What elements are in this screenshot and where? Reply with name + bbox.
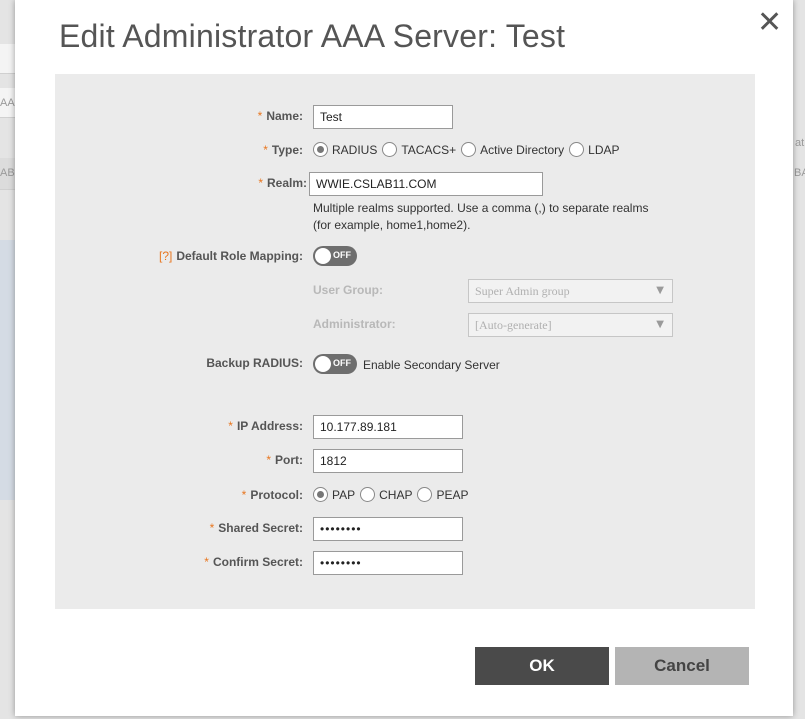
protocol-label: * Protocol:: [242, 488, 303, 502]
toggle-knob: [315, 248, 331, 264]
type-radio-tacacs[interactable]: [382, 142, 398, 157]
ok-button[interactable]: OK: [475, 647, 609, 685]
toggle-state: OFF: [333, 358, 351, 368]
protocol-radio-group: PAP CHAP PEAP: [313, 487, 473, 502]
confirm-secret-label: * Confirm Secret:: [204, 555, 303, 569]
type-radio-active-directory[interactable]: [461, 142, 477, 157]
shared-secret-input[interactable]: ••••••••: [313, 517, 463, 541]
backup-radius-toggle[interactable]: OFF: [313, 354, 357, 374]
realm-hint: Multiple realms supported. Use a comma (…: [313, 200, 693, 234]
shared-secret-row: * Shared Secret: ••••••••: [55, 517, 755, 541]
type-option-label: RADIUS: [332, 142, 378, 157]
realm-hint-line: Multiple realms supported. Use a comma (…: [313, 201, 649, 215]
type-option-label: TACACS+: [401, 142, 457, 157]
user-group-value: Super Admin group: [475, 284, 570, 298]
default-role-mapping-label-text: Default Role Mapping:: [176, 249, 303, 263]
port-label: * Port:: [266, 453, 303, 467]
help-link[interactable]: [?]: [159, 249, 172, 263]
shared-secret-label: * Shared Secret:: [210, 521, 303, 535]
close-icon[interactable]: ✕: [757, 8, 782, 38]
administrator-value: [Auto-generate]: [475, 318, 552, 332]
name-input[interactable]: Test: [313, 105, 453, 129]
background-toolbar-strip: [0, 44, 15, 74]
name-label-text: Name:: [266, 109, 303, 123]
user-group-select: Super Admin group ▼: [468, 279, 673, 303]
type-option-label: LDAP: [588, 142, 620, 157]
enable-secondary-server-text: Enable Secondary Server: [363, 358, 500, 372]
default-role-mapping-row: [?] Default Role Mapping: OFF: [55, 245, 755, 269]
toggle-knob: [315, 356, 331, 372]
type-label: * Type:: [263, 143, 303, 157]
form-panel: * Name: Test * Type: RADIUS TACACS+ Active…: [55, 74, 755, 609]
realm-label-text: Realm:: [266, 176, 307, 190]
edit-aaa-server-dialog: Edit Administrator AAA Server: Test ✕ * N…: [15, 0, 793, 716]
toggle-state: OFF: [333, 250, 351, 260]
protocol-option-label: PEAP: [436, 487, 469, 502]
confirm-secret-label-text: Confirm Secret:: [212, 555, 303, 569]
name-label: * Name:: [258, 109, 303, 123]
protocol-option-label: CHAP: [379, 487, 413, 502]
realm-input[interactable]: WWIE.CSLAB11.COM: [309, 172, 543, 196]
type-radio-group: RADIUS TACACS+ Active Directory LDAP: [313, 142, 625, 157]
administrator-select: [Auto-generate] ▼: [468, 313, 673, 337]
port-row: * Port: 1812: [55, 449, 755, 473]
backup-radius-label: Backup RADIUS:: [206, 356, 303, 370]
realm-label: * Realm:: [258, 176, 307, 190]
realm-row: * Realm: WWIE.CSLAB11.COM: [55, 172, 755, 196]
background-fragment: AA: [0, 97, 15, 109]
name-row: * Name: Test: [55, 105, 755, 129]
shared-secret-label-text: Shared Secret:: [218, 521, 303, 535]
default-role-mapping-label: [?] Default Role Mapping:: [159, 249, 303, 263]
type-label-text: Type:: [271, 143, 303, 157]
required-mark: *: [241, 488, 247, 502]
port-input[interactable]: 1812: [313, 449, 463, 473]
background-panel-strip: [0, 240, 15, 500]
confirm-secret-input[interactable]: ••••••••: [313, 551, 463, 575]
protocol-radio-pap[interactable]: [313, 487, 328, 502]
type-option-label: Active Directory: [480, 142, 565, 157]
background-fragment: AB: [0, 167, 15, 179]
administrator-row: Administrator: [Auto-generate] ▼: [55, 313, 755, 337]
type-radio-radius[interactable]: [313, 142, 328, 157]
required-mark: *: [266, 453, 271, 467]
realm-hint-line: (for example, home1,home2).: [313, 218, 471, 232]
required-mark: *: [209, 521, 215, 535]
dialog-title: Edit Administrator AAA Server: Test: [59, 18, 566, 54]
confirm-secret-row: * Confirm Secret: ••••••••: [55, 551, 755, 575]
background-fragment: BA: [794, 167, 805, 179]
protocol-option-label: PAP: [332, 487, 356, 502]
required-mark: *: [204, 555, 209, 569]
type-radio-ldap[interactable]: [569, 142, 585, 157]
required-mark: *: [258, 176, 263, 190]
chevron-down-icon: ▼: [656, 319, 664, 330]
type-row: * Type: RADIUS TACACS+ Active Directory L…: [55, 139, 755, 163]
required-mark: *: [257, 109, 263, 123]
user-group-row: User Group: Super Admin group ▼: [55, 279, 755, 303]
protocol-radio-chap[interactable]: [360, 487, 376, 502]
ip-address-label-text: IP Address:: [236, 419, 303, 433]
chevron-down-icon: ▼: [656, 285, 664, 296]
cancel-button[interactable]: Cancel: [615, 647, 749, 685]
required-mark: *: [263, 143, 268, 157]
required-mark: *: [228, 419, 233, 433]
background-fragment: at: [795, 137, 805, 149]
backup-radius-row: Backup RADIUS: OFF Enable Secondary Serv…: [55, 352, 755, 376]
port-label-text: Port:: [275, 453, 303, 467]
ip-address-row: * IP Address: 10.177.89.181: [55, 415, 755, 439]
protocol-label-text: Protocol:: [250, 488, 303, 502]
ip-address-label: * IP Address:: [228, 419, 303, 433]
protocol-radio-peap[interactable]: [417, 487, 433, 502]
default-role-mapping-toggle[interactable]: OFF: [313, 246, 357, 266]
protocol-row: * Protocol: PAP CHAP PEAP: [55, 484, 755, 508]
user-group-label: User Group:: [313, 283, 384, 297]
ip-address-input[interactable]: 10.177.89.181: [313, 415, 463, 439]
administrator-label: Administrator:: [313, 317, 396, 331]
